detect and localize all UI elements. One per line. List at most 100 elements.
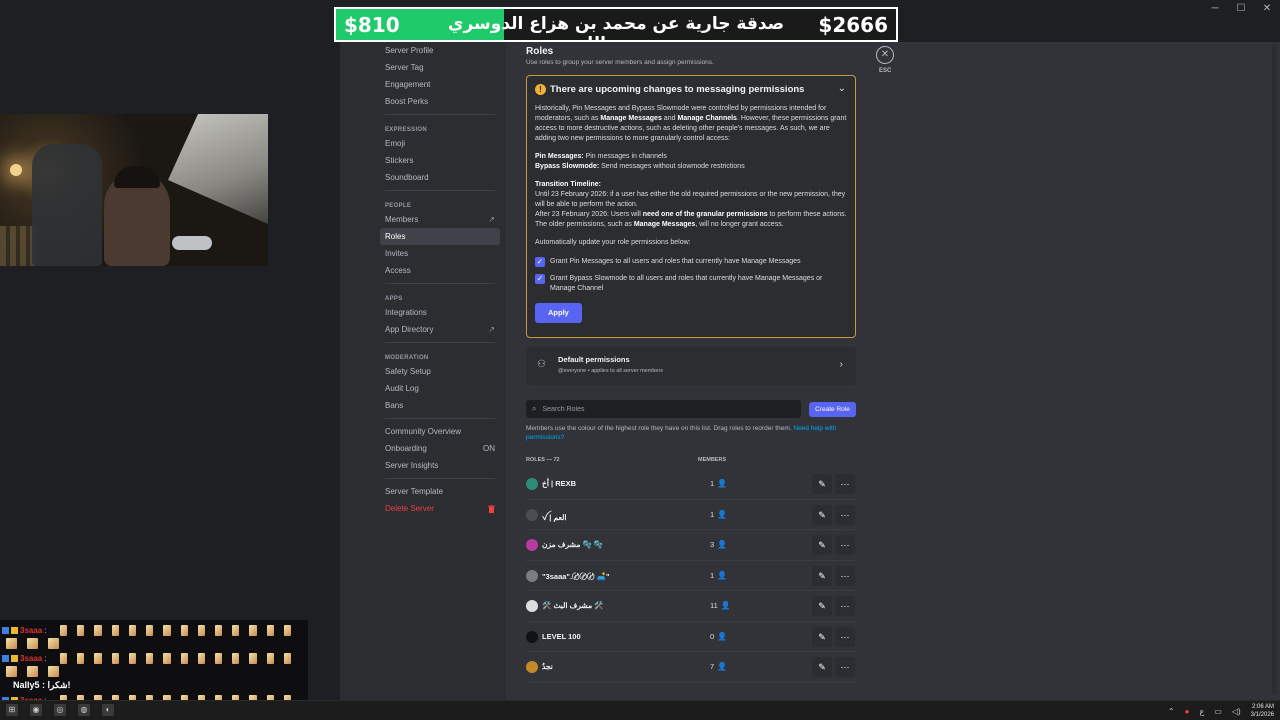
more-options-button[interactable]: ⋯ xyxy=(835,474,855,494)
notice-header[interactable]: ! There are upcoming changes to messagin… xyxy=(535,84,804,95)
role-row[interactable]: نجدُ 7 👤 ✎ ⋯ xyxy=(526,652,856,683)
sidebar-item-server-insights[interactable]: Server Insights xyxy=(380,457,500,474)
sidebar-item-safety-setup[interactable]: Safety Setup xyxy=(380,363,500,380)
role-row[interactable]: مشرف مزن 🫧 🫧 3 👤 ✎ ⋯ xyxy=(526,530,856,561)
person-icon: 👤 xyxy=(717,540,728,549)
chevron-up-icon[interactable]: ⌃ xyxy=(1168,707,1175,716)
create-role-button[interactable]: Create Role xyxy=(809,402,856,417)
more-options-button[interactable]: ⋯ xyxy=(835,504,855,525)
chat-message: 3saaa : xyxy=(2,652,46,664)
role-row[interactable]: 🛠️ مشرف البث 🛠️ 11 👤 ✎ ⋯ xyxy=(526,591,856,622)
minimize-icon[interactable]: ─ xyxy=(1202,2,1228,16)
apply-button[interactable]: Apply xyxy=(535,303,582,323)
sidebar-item-stickers[interactable]: Stickers xyxy=(380,152,500,169)
sidebar-item-members[interactable]: Members ↗ xyxy=(380,211,500,228)
edit-role-button[interactable]: ✎ xyxy=(812,565,832,586)
edit-role-button[interactable]: ✎ xyxy=(812,504,832,525)
checkbox-checked-icon[interactable]: ✓ xyxy=(535,257,545,267)
sidebar-item-label: Onboarding xyxy=(385,444,427,453)
maximize-icon[interactable]: ☐ xyxy=(1228,2,1254,16)
onboarding-status: ON xyxy=(483,444,495,453)
edit-role-button[interactable]: ✎ xyxy=(812,657,832,677)
sidebar-item-community-overview[interactable]: Community Overview xyxy=(380,423,500,440)
role-member-count: 1 👤 xyxy=(710,510,727,519)
start-icon[interactable]: ⊞ xyxy=(6,704,18,716)
scrollbar[interactable] xyxy=(1272,44,1277,694)
sidebar-item-integrations[interactable]: Integrations xyxy=(380,304,500,321)
notice-paragraph: Transition Timeline: Until 23 February 2… xyxy=(535,180,847,230)
monitor-icon[interactable]: ▭ xyxy=(1214,707,1222,716)
role-icon xyxy=(526,630,538,643)
edit-role-button[interactable]: ✎ xyxy=(812,474,832,494)
person-icon: 👤 xyxy=(717,570,728,580)
role-row[interactable]: أخ | REXB 1 👤 ✎ ⋯ xyxy=(526,469,856,500)
grant-bypass-checkbox-row[interactable]: ✓ Grant Bypass Slowmode to all users and… xyxy=(535,274,847,294)
page-title: Roles xyxy=(526,46,554,57)
role-row[interactable]: LEVEL 100 0 👤 ✎ ⋯ xyxy=(526,622,856,652)
sidebar-item-access[interactable]: Access xyxy=(380,262,500,279)
edit-role-button[interactable]: ✎ xyxy=(812,626,832,647)
edit-role-button[interactable]: ✎ xyxy=(812,596,832,616)
close-settings-button[interactable]: ✕ xyxy=(876,46,894,64)
close-window-icon[interactable]: ✕ xyxy=(1254,2,1280,16)
chat-message-nally: Nally5 : شكرا! xyxy=(13,680,71,690)
checkbox-checked-icon[interactable]: ✓ xyxy=(535,274,545,284)
chat-username: 3saaa xyxy=(20,653,43,663)
edit-role-button[interactable]: ✎ xyxy=(812,535,832,555)
external-link-icon: ↗ xyxy=(488,325,495,334)
microphone-icon[interactable]: ● xyxy=(1185,707,1190,716)
sidebar-divider xyxy=(385,478,495,479)
sidebar-item-audit-log[interactable]: Audit Log xyxy=(380,380,500,397)
clock[interactable]: 2:06 AM 3/1/2026 xyxy=(1251,703,1274,719)
grant-pin-checkbox-row[interactable]: ✓ Grant Pin Messages to all users and ro… xyxy=(535,257,847,267)
sidebar-item-onboarding[interactable]: Onboarding ON xyxy=(380,440,500,457)
steam-icon[interactable]: ◐ xyxy=(102,704,114,716)
clock-time: 2:06 AM xyxy=(1251,704,1274,710)
sidebar-item-soundboard[interactable]: Soundboard xyxy=(380,169,500,186)
emote-row xyxy=(6,666,296,677)
search-roles-field[interactable]: ⌕ xyxy=(526,400,801,418)
chevron-right-icon: › xyxy=(839,359,843,370)
sidebar-item-server-profile[interactable]: Server Profile xyxy=(380,42,500,59)
more-options-button[interactable]: ⋯ xyxy=(835,535,855,555)
member-count-value: 1 xyxy=(710,479,715,488)
role-name: 🛠️ مشرف البث 🛠️ xyxy=(542,601,604,610)
sidebar-item-emoji[interactable]: Emoji xyxy=(380,135,500,152)
discord-icon[interactable]: ◉ xyxy=(30,704,42,716)
member-count-value: 7 xyxy=(710,662,715,671)
sidebar-item-boost-perks[interactable]: Boost Perks xyxy=(380,93,500,110)
sidebar-item-delete-server[interactable]: Delete Server xyxy=(380,500,500,517)
sidebar-item-engagement[interactable]: Engagement xyxy=(380,76,500,93)
sidebar-item-app-directory[interactable]: App Directory ↗ xyxy=(380,321,500,338)
notice-bold: Manage Channels xyxy=(677,115,737,122)
chevron-down-icon[interactable]: ⌄ xyxy=(838,83,846,94)
sidebar-divider xyxy=(385,418,495,419)
notice-bold: need one of the granular permissions xyxy=(642,211,768,218)
more-options-button[interactable]: ⋯ xyxy=(835,565,855,586)
role-icon xyxy=(526,661,538,673)
role-row[interactable]: ꪜ | العم 1 👤 ✎ ⋯ xyxy=(526,500,856,530)
obs-icon[interactable]: ◎ xyxy=(54,704,66,716)
sidebar-item-label: Roles xyxy=(385,232,406,241)
chat-separator: : xyxy=(44,653,47,663)
sidebar-item-invites[interactable]: Invites xyxy=(380,245,500,262)
sidebar-item-bans[interactable]: Bans xyxy=(380,397,500,414)
roles-list: أخ | REXB 1 👤 ✎ ⋯ ꪜ | العم 1 👤 ✎ ⋯ مشرف مزن 🫧 🫧 3 👤 ✎… xyxy=(526,469,856,683)
browser-icon[interactable]: ◍ xyxy=(78,704,90,716)
more-options-button[interactable]: ⋯ xyxy=(835,626,855,647)
role-row[interactable]: "3saaa".〄〄〄 🛋️" 1 👤 ✎ ⋯ xyxy=(526,561,856,591)
notice-bold: Pin Messages: xyxy=(535,153,584,160)
more-options-button[interactable]: ⋯ xyxy=(835,596,855,616)
sidebar-item-label: Safety Setup xyxy=(385,367,431,376)
sidebar-divider xyxy=(385,283,495,284)
default-permissions-card[interactable]: ⚇ Default permissions @everyone • applie… xyxy=(526,347,856,385)
more-options-button[interactable]: ⋯ xyxy=(835,657,855,677)
volume-icon[interactable]: ◁) xyxy=(1232,707,1241,716)
role-member-count: 7 👤 xyxy=(710,662,727,671)
keyboard-language[interactable]: ع xyxy=(1199,707,1204,716)
sidebar-item-server-tag[interactable]: Server Tag xyxy=(380,59,500,76)
webcam-feed xyxy=(0,114,268,266)
search-roles-input[interactable] xyxy=(542,405,783,413)
sidebar-item-roles[interactable]: Roles xyxy=(380,228,500,245)
sidebar-item-server-template[interactable]: Server Template xyxy=(380,483,500,500)
